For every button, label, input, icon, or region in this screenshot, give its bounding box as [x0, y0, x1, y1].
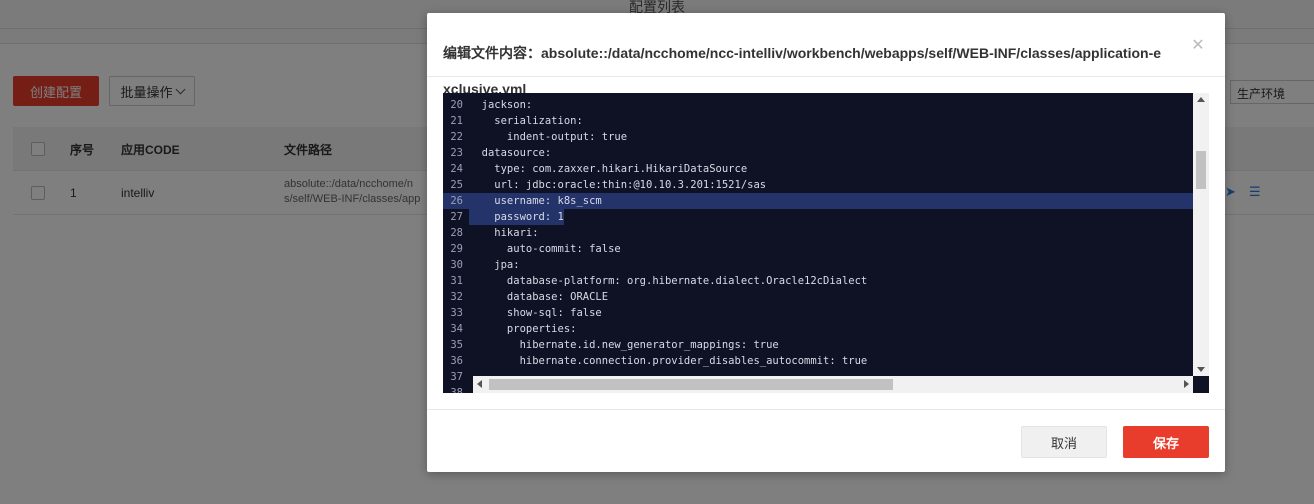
line-code: database-platform: org.hibernate.dialect… [469, 275, 868, 287]
line-number: 23 [450, 147, 463, 159]
line-number: 26 [450, 195, 463, 207]
scroll-left-icon[interactable] [477, 380, 482, 388]
vertical-scroll-thumb[interactable] [1196, 151, 1206, 189]
scroll-down-icon[interactable] [1197, 367, 1205, 372]
line-code: password: 1 [469, 209, 564, 225]
code-line[interactable]: 27 password: 1 [443, 209, 1193, 225]
code-line[interactable]: 25 url: jdbc:oracle:thin:@10.10.3.201:15… [443, 177, 1193, 193]
line-code: hibernate.connection.provider_disables_a… [469, 355, 868, 367]
line-code: url: jdbc:oracle:thin:@10.10.3.201:1521/… [469, 179, 767, 191]
line-code: datasource: [469, 147, 552, 159]
line-code: database: ORACLE [469, 291, 609, 303]
line-number: 25 [450, 179, 463, 191]
line-code: jackson: [469, 99, 533, 111]
line-code: hibernate.id.new_generator_mappings: tru… [469, 339, 779, 351]
code-line[interactable]: 26 username: k8s_scm [443, 193, 1193, 209]
code-line[interactable]: 36 hibernate.connection.provider_disable… [443, 353, 1193, 369]
line-number: 37 [450, 371, 463, 383]
line-code: type: com.zaxxer.hikari.HikariDataSource [469, 163, 748, 175]
line-number: 34 [450, 323, 463, 335]
code-line[interactable]: 21 serialization: [443, 113, 1193, 129]
code-line[interactable]: 20 jackson: [443, 97, 1193, 113]
line-number: 31 [450, 275, 463, 287]
code-line[interactable]: 22 indent-output: true [443, 129, 1193, 145]
line-code: jpa: [469, 259, 520, 271]
edit-file-modal: 编辑文件内容：absolute::/data/ncchome/ncc-intel… [427, 13, 1225, 472]
scroll-right-icon[interactable] [1184, 380, 1189, 388]
line-number: 28 [450, 227, 463, 239]
line-number: 36 [450, 355, 463, 367]
line-number: 33 [450, 307, 463, 319]
close-icon[interactable]: ✕ [1191, 38, 1205, 54]
line-number: 22 [450, 131, 463, 143]
code-line[interactable]: 31 database-platform: org.hibernate.dial… [443, 273, 1193, 289]
code-line[interactable]: 23 datasource: [443, 145, 1193, 161]
code-line[interactable]: 35 hibernate.id.new_generator_mappings: … [443, 337, 1193, 353]
line-code: properties: [469, 323, 577, 335]
save-button[interactable]: 保存 [1123, 426, 1209, 458]
scroll-up-icon[interactable] [1197, 97, 1205, 102]
line-number: 24 [450, 163, 463, 175]
code-editor[interactable]: 20 jackson: 21 serialization: 22 indent-ou… [443, 93, 1209, 393]
line-number: 32 [450, 291, 463, 303]
line-number: 27 [450, 211, 463, 223]
horizontal-scroll-thumb[interactable] [489, 379, 893, 390]
line-code: username: k8s_scm [469, 195, 602, 207]
cancel-button[interactable]: 取消 [1021, 426, 1107, 458]
line-code: indent-output: true [469, 131, 628, 143]
horizontal-scrollbar[interactable] [473, 376, 1193, 393]
line-code: hikari: [469, 227, 539, 239]
line-code: serialization: [469, 115, 583, 127]
code-line[interactable]: 32 database: ORACLE [443, 289, 1193, 305]
line-code: show-sql: false [469, 307, 602, 319]
modal-header-divider [427, 76, 1225, 77]
code-line[interactable]: 34 properties: [443, 321, 1193, 337]
line-number: 38 [450, 387, 463, 393]
code-line[interactable]: 29 auto-commit: false [443, 241, 1193, 257]
line-number: 20 [450, 99, 463, 111]
line-number: 21 [450, 115, 463, 127]
code-line[interactable]: 30 jpa: [443, 257, 1193, 273]
code-line[interactable]: 33 show-sql: false [443, 305, 1193, 321]
code-line[interactable]: 28 hikari: [443, 225, 1193, 241]
line-code: auto-commit: false [469, 243, 621, 255]
code-line[interactable]: 24 type: com.zaxxer.hikari.HikariDataSou… [443, 161, 1193, 177]
line-number: 30 [450, 259, 463, 271]
modal-footer-divider [427, 409, 1225, 410]
line-number: 35 [450, 339, 463, 351]
vertical-scrollbar[interactable] [1193, 93, 1209, 376]
line-number: 29 [450, 243, 463, 255]
